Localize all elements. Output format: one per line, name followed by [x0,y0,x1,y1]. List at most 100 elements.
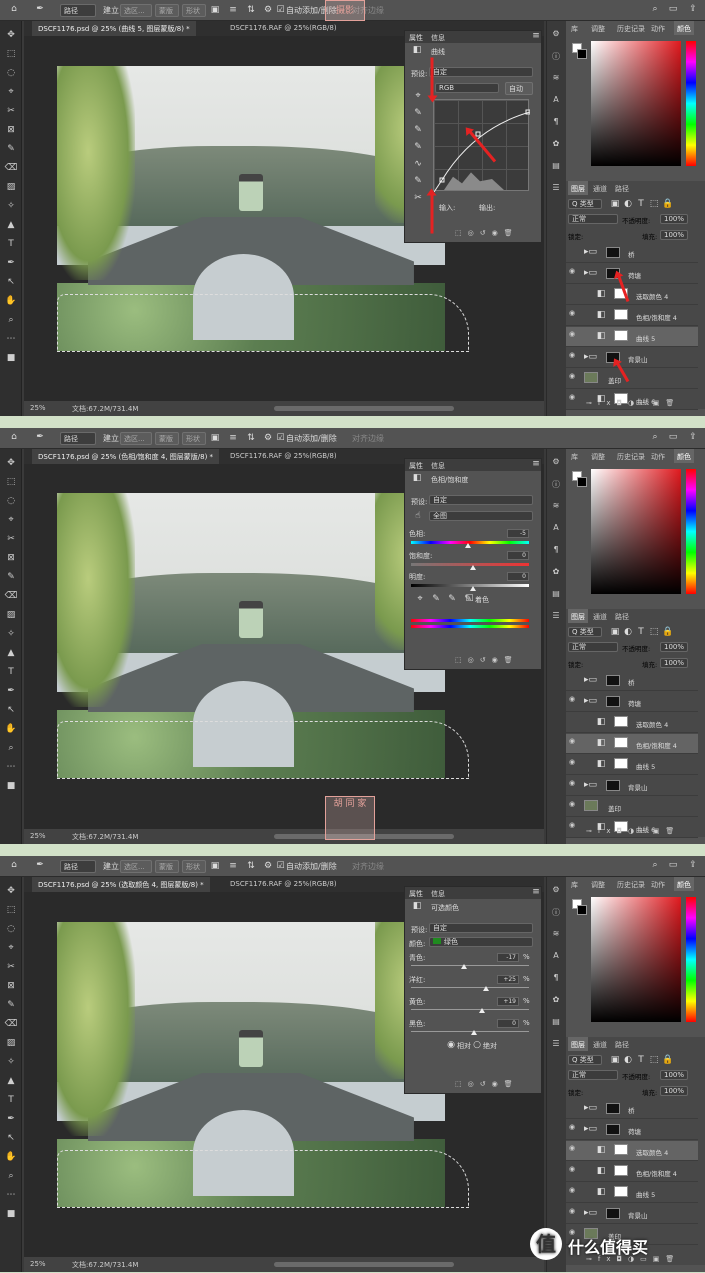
pen-tool-icon[interactable]: ✒ [4,1113,18,1125]
tab-psd-document[interactable]: DSCF1176.psd @ 25% (曲线 5, 图层蒙版/8) * [32,21,196,36]
color-picker-field[interactable] [591,469,681,594]
tab-color[interactable]: 颜色 [674,21,694,35]
layer-kind-filter[interactable]: Q 类型 [568,1055,602,1065]
layer-row[interactable]: ◉ ◧ 色相/饱和度 4 [566,306,698,326]
panel-strip-icon-6[interactable]: ▤ [551,1017,561,1027]
move-tool-icon[interactable]: ✥ [4,29,18,41]
dodge-tool-icon[interactable]: ▲ [4,647,18,659]
tab-library[interactable]: 库 [568,877,581,891]
path-mode-select[interactable]: 路径 [60,432,96,445]
layer-row[interactable]: ◉ ▸▭ 荷塘 [566,1120,698,1140]
make-shape-button[interactable]: 形状 [182,4,206,17]
gear-icon[interactable]: ⚙ [263,433,273,443]
panel-strip-icon-2[interactable]: ≋ [551,73,561,83]
tab-adjustments[interactable]: 调整 [588,21,608,35]
channel-select[interactable]: 全图 [429,511,533,521]
eye-icon[interactable]: ◉ [569,1123,575,1131]
tab-history[interactable]: 历史记录 [614,21,648,35]
tab-properties[interactable]: 属性 [409,461,423,471]
panel-strip-icon-0[interactable]: ⚙ [551,885,561,895]
tab-info[interactable]: 信息 [431,461,445,471]
tab-info[interactable]: 信息 [431,33,445,43]
background-swatch[interactable] [577,905,587,915]
layer-row[interactable]: ◉ 盖印 [566,797,698,817]
checkbox-icon[interactable]: ☑ [276,861,285,871]
eye-icon[interactable]: ◉ [569,1207,575,1215]
panel-strip-icon-7[interactable]: ☰ [551,183,561,193]
absolute-radio[interactable]: ○ [473,1040,481,1050]
filter-icon-3[interactable]: ⬚ [649,627,659,637]
tab-paths[interactable]: 路径 [612,609,632,623]
panel-strip-icon-7[interactable]: ☰ [551,611,561,621]
panel-strip-icon-4[interactable]: ¶ [551,973,561,983]
cyan-slider[interactable] [461,964,467,969]
tab-actions[interactable]: 动作 [648,449,668,463]
eye-icon[interactable]: ◉ [569,821,575,829]
tab-psd-document[interactable]: DSCF1176.psd @ 25% (选取颜色 4, 图层蒙版/8) * [32,877,210,892]
crop-tool-icon[interactable]: ✂ [4,961,18,973]
workspace-icon[interactable]: ▭ [668,4,678,16]
background-swatch[interactable] [577,49,587,59]
type-tool-icon[interactable]: T [4,1094,18,1106]
filter-icon-4[interactable]: 🔒 [662,1055,673,1065]
path-mode-select[interactable]: 路径 [60,4,96,17]
gradient-tool-icon[interactable]: ▨ [4,181,18,193]
panel-menu-icon[interactable]: ≡ [531,31,541,41]
path-arrange-icon[interactable]: ⇅ [246,433,256,443]
brush-tool-icon[interactable]: ✎ [4,999,18,1011]
filter-icon-1[interactable]: ◐ [623,199,633,209]
opacity-value[interactable]: 100% [660,214,688,224]
eraser-tool-icon[interactable]: ⌫ [4,162,18,174]
frame-tool-icon[interactable]: ⊠ [4,124,18,136]
brush-tool-icon[interactable]: ✎ [4,571,18,583]
zoom-tool-icon[interactable]: ⌕ [4,742,18,754]
color-picker-field[interactable] [591,897,681,1022]
colorize-checkbox[interactable]: ☐ [465,594,474,604]
sat-value[interactable]: 0 [507,551,529,560]
tab-paths[interactable]: 路径 [612,181,632,195]
gradient-tool-icon[interactable]: ▨ [4,1037,18,1049]
preset-select[interactable]: 自定 [429,67,533,77]
lasso-tool-icon[interactable]: ◌ [4,923,18,935]
tab-library[interactable]: 库 [568,449,581,463]
black-slider[interactable] [471,1030,477,1035]
layer-row[interactable]: ▸▭ 桥 [566,1099,698,1119]
pen-tool-icon[interactable]: ✒ [34,4,46,16]
path-ops-icon[interactable]: ▣ [210,861,220,871]
tab-library[interactable]: 库 [568,21,581,35]
more-tool-icon[interactable]: ⋯ [4,1189,18,1201]
more-tool-icon[interactable]: ⋯ [4,761,18,773]
tab-history[interactable]: 历史记录 [614,877,648,891]
eye-icon[interactable]: ◉ [569,1165,575,1173]
blur-tool-icon[interactable]: ✧ [4,200,18,212]
pen-tool-icon[interactable]: ✒ [34,432,46,444]
make-mask-button[interactable]: 蒙版 [155,432,179,445]
home-icon[interactable]: ⌂ [8,4,20,16]
curve-tool-icon-4[interactable]: ∿ [413,159,423,169]
type-tool-icon[interactable]: T [4,238,18,250]
panel-strip-icon-6[interactable]: ▤ [551,161,561,171]
eraser-tool-icon[interactable]: ⌫ [4,590,18,602]
opacity-value[interactable]: 100% [660,1070,688,1080]
gear-icon[interactable]: ⚙ [263,861,273,871]
tab-info[interactable]: 信息 [431,889,445,899]
make-shape-button[interactable]: 形状 [182,432,206,445]
layer-row[interactable]: ◉ ▸▭ 背景山 [566,776,698,796]
color-tool-icon[interactable]: ■ [4,1208,18,1220]
preset-select[interactable]: 自定 [429,495,533,505]
path-ops-icon[interactable]: ▣ [210,5,220,15]
channel-select[interactable]: RGB [435,83,499,93]
curve-point[interactable] [475,131,481,137]
panel-strip-icon-1[interactable]: ⓘ [551,51,561,61]
filter-icon-3[interactable]: ⬚ [649,1055,659,1065]
tab-layers[interactable]: 图层 [568,609,588,623]
make-selection-button[interactable]: 选区... [120,860,152,873]
eye-icon[interactable]: ◉ [569,695,575,703]
frame-tool-icon[interactable]: ⊠ [4,980,18,992]
hand-icon[interactable]: ☝ [413,511,423,521]
path-ops-icon[interactable]: ▣ [210,433,220,443]
preset-select[interactable]: 自定 [429,923,533,933]
filter-icon-1[interactable]: ◐ [623,627,633,637]
quick-select-tool-icon[interactable]: ⌖ [4,942,18,954]
share-icon[interactable]: ⇪ [688,432,698,444]
